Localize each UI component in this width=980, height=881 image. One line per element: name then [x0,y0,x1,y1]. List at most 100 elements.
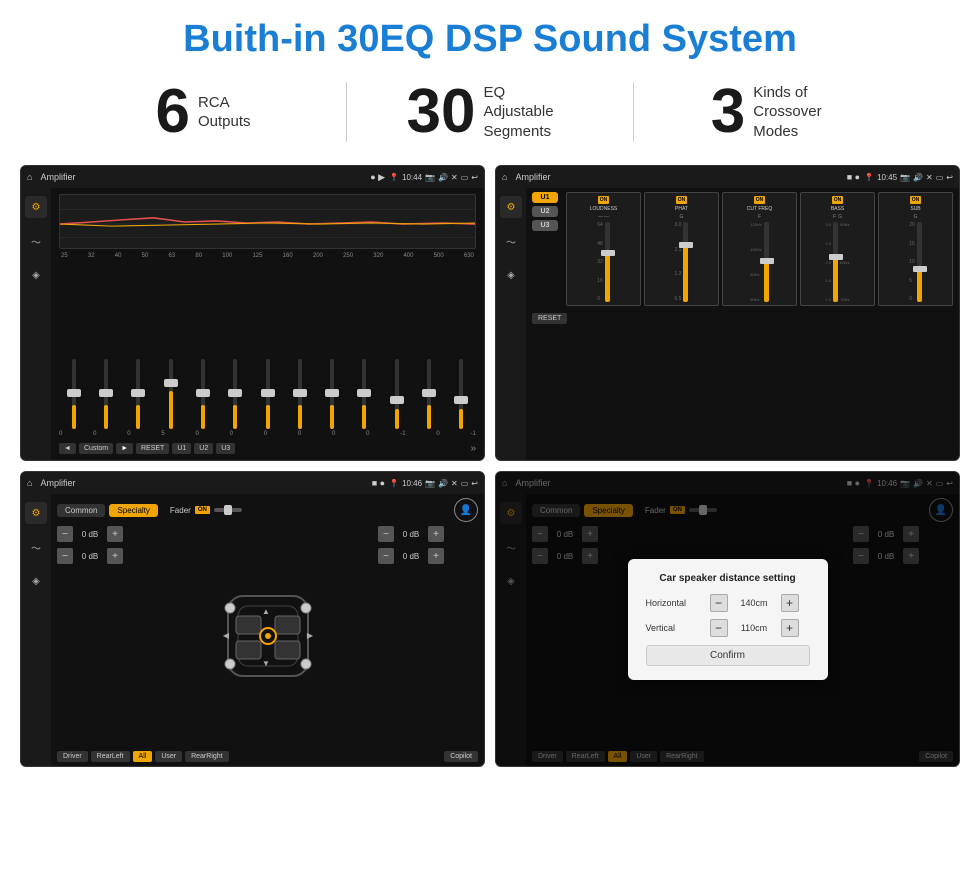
eq-expand-icon: » [470,443,476,454]
svg-text:▶: ▶ [306,631,313,640]
modal-vertical-row: Vertical − 110cm + [646,619,810,637]
sp1-x-icon: ✕ [451,479,458,488]
sub-label: SUB [910,206,920,212]
stat-number-3: 3 [711,81,745,143]
xover-speaker-icon2[interactable]: ◈ [500,264,522,286]
modal-vertical-label: Vertical [646,623,706,633]
stat-number-30: 30 [407,81,476,143]
eq-app-name: Amplifier [40,172,366,182]
modal-confirm-button[interactable]: Confirm [646,645,810,666]
home-icon[interactable]: ⌂ [27,172,32,182]
xover-side-icons: ⚙ 〜 ◈ [496,188,526,460]
modal-horizontal-plus[interactable]: + [781,594,799,612]
sp1-plus-1[interactable]: + [107,526,123,542]
stat-label-crossover: Kinds ofCrossover Modes [753,83,843,142]
eq-tuner-icon[interactable]: ⚙ [25,196,47,218]
freq-labels: 253240506380100125160200250320400500630 [59,253,476,259]
crossover-screen: ⌂ Amplifier ■ ● 📍 10:45 📷 🔊 ✕ ▭ ↩ ⚙ 〜 ◈ [495,165,960,461]
xover-location-icon: 📍 [864,173,874,182]
sp1-minus-1[interactable]: − [57,526,73,542]
eq-play-button[interactable]: ► [116,443,133,454]
sp1-plus-4[interactable]: + [428,548,444,564]
sp1-minus-2[interactable]: − [57,548,73,564]
sp1-wave-icon[interactable]: 〜 [25,536,47,558]
stat-item-rca: 6 RCAOutputs [60,81,346,143]
stat-number-6: 6 [155,81,189,143]
phat-panel: ON PHAT G 3.02.11.30.5 [644,192,719,306]
stats-row: 6 RCAOutputs 30 EQ AdjustableSegments 3 … [0,71,980,157]
sp1-plus-2[interactable]: + [107,548,123,564]
xover-tuner-icon[interactable]: ⚙ [500,196,522,218]
xover-status-dots: ■ ● [847,172,860,182]
bass-label: BASS [831,206,844,212]
svg-text:▲: ▲ [262,607,270,616]
sp1-driver-btn[interactable]: Driver [57,751,88,762]
eq-prev-button[interactable]: ◄ [59,443,76,454]
modal-horizontal-minus[interactable]: − [710,594,728,612]
sp1-db-val-1: 0 dB [76,530,104,539]
sp1-status-bar: ⌂ Amplifier ■ ● 📍 10:46 📷 🔊 ✕ ▭ ↩ [21,472,484,494]
xover-time: 10:45 [877,173,897,182]
sp1-plus-3[interactable]: + [428,526,444,542]
eq-volume-icon: 🔊 [438,173,448,182]
eq-u1-button[interactable]: U1 [172,443,191,454]
sp1-tuner-icon[interactable]: ⚙ [25,502,47,524]
speaker1-screen: ⌂ Amplifier ■ ● 📍 10:46 📷 🔊 ✕ ▭ ↩ ⚙ 〜 ◈ [20,471,485,767]
loudness-panel: ON LOUDNESS —— 644832160 [566,192,641,306]
modal-box: Car speaker distance setting Horizontal … [628,559,828,680]
xover-home-icon[interactable]: ⌂ [502,172,507,182]
modal-vertical-plus[interactable]: + [781,619,799,637]
sp1-back-icon[interactable]: ↩ [471,479,478,488]
sp1-db-control-3: − 0 dB + [378,526,478,542]
sp1-tab-specialty[interactable]: Specialty [109,504,157,517]
page-title: Buith-in 30EQ DSP Sound System [0,0,980,71]
screens-grid: ⌂ Amplifier ● ▶ 📍 10:44 📷 🔊 ✕ ▭ ↩ ⚙ 〜 ◈ [0,157,980,777]
sp1-speaker-icon3[interactable]: ◈ [25,570,47,592]
sp1-tab-common[interactable]: Common [57,504,105,517]
xover-reset-button[interactable]: RESET [532,313,567,324]
modal-overlay: Car speaker distance setting Horizontal … [496,472,959,766]
eq-reset-button[interactable]: RESET [136,443,169,454]
sp1-home-icon[interactable]: ⌂ [27,478,32,488]
sp1-status-dots: ■ ● [372,478,385,488]
xover-u3-button[interactable]: U3 [532,220,558,231]
eq-status-bar: ⌂ Amplifier ● ▶ 📍 10:44 📷 🔊 ✕ ▭ ↩ [21,166,484,188]
sp1-copilot-btn[interactable]: Copilot [444,751,478,762]
eq-speaker-icon[interactable]: ◈ [25,264,47,286]
modal-vertical-value: 110cm [732,623,777,633]
modal-horizontal-label: Horizontal [646,598,706,608]
bass-panel: ON BASS FG 3.02.52.01.51.0 [800,192,875,306]
sp1-db-val-4: 0 dB [397,552,425,561]
sp1-minus-3[interactable]: − [378,526,394,542]
eq-time: 10:44 [402,173,422,182]
xover-back-icon[interactable]: ↩ [946,173,953,182]
sp1-all-btn[interactable]: All [133,751,153,762]
sp1-time: 10:46 [402,479,422,488]
eq-wave-icon[interactable]: 〜 [25,230,47,252]
eq-u3-button[interactable]: U3 [216,443,235,454]
sp1-rearright-btn[interactable]: RearRight [185,751,229,762]
bass-on-badge: ON [832,196,844,204]
sp1-on-badge: ON [195,506,210,514]
modal-horizontal-row: Horizontal − 140cm + [646,594,810,612]
sp1-battery-icon: ▭ [461,479,469,488]
sp1-rearleft-btn[interactable]: RearLeft [91,751,130,762]
eq-u2-button[interactable]: U2 [194,443,213,454]
sp1-minus-4[interactable]: − [378,548,394,564]
sp1-car-diagram: ▲ ▼ ◀ ▶ [163,526,372,745]
modal-title: Car speaker distance setting [646,573,810,584]
stat-label-rca: RCAOutputs [198,93,251,132]
sp1-fader-label: Fader [170,506,191,515]
eq-preset-custom[interactable]: Custom [79,443,113,454]
xover-u1-button[interactable]: U1 [532,192,558,203]
modal-vertical-minus[interactable]: − [710,619,728,637]
sp1-app-name: Amplifier [40,478,367,488]
loudness-label: LOUDNESS [590,206,618,212]
eq-back-icon[interactable]: ↩ [471,173,478,182]
xover-wave-icon[interactable]: 〜 [500,230,522,252]
sp1-user-btn[interactable]: User [155,751,182,762]
sub-panel: ON SUB G 20151050 [878,192,953,306]
sp1-location-icon: 📍 [389,479,399,488]
eq-camera-icon: 📷 [425,173,435,182]
xover-u2-button[interactable]: U2 [532,206,558,217]
